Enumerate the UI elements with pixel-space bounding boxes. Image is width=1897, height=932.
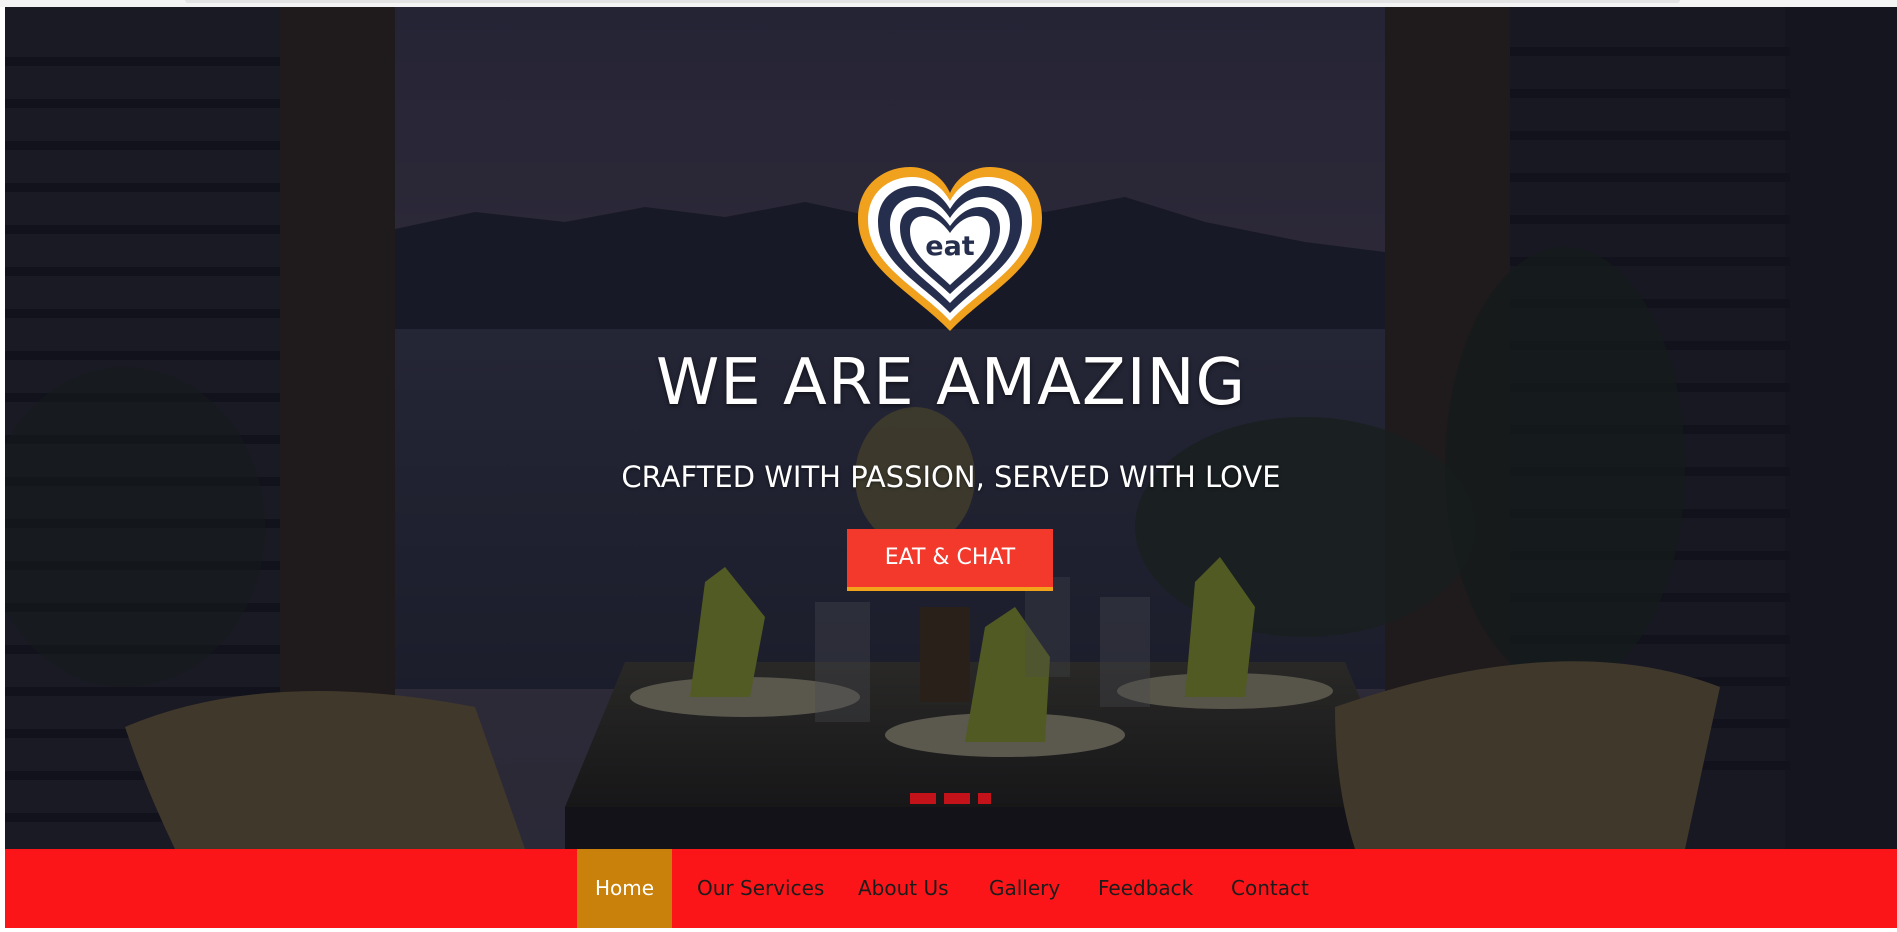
hero-tagline: CRAFTED WITH PASSION, SERVED WITH LOVE — [621, 460, 1281, 494]
nav-contact[interactable]: Contact — [1231, 849, 1309, 928]
nav-home[interactable]: Home — [577, 849, 672, 928]
slide-dot-1[interactable] — [910, 793, 936, 804]
main-navigation: Home Our Services About Us Gallery Feedb… — [5, 849, 1897, 928]
browser-top-strip — [0, 0, 1897, 7]
nav-our-services[interactable]: Our Services — [697, 849, 824, 928]
slide-dot-2[interactable] — [944, 793, 970, 804]
slide-dot-3[interactable] — [978, 793, 991, 804]
nav-feedback[interactable]: Feedback — [1098, 849, 1193, 928]
browser-address-strip — [185, 0, 1680, 3]
hero-banner: eat WE ARE AMAZING CRAFTED WITH PASSION,… — [5, 7, 1897, 849]
hero-headline: WE ARE AMAZING — [655, 346, 1247, 420]
nav-about-us[interactable]: About Us — [858, 849, 949, 928]
slider-dots — [5, 793, 1897, 805]
logo-wordmark: eat — [925, 231, 975, 262]
nav-gallery[interactable]: Gallery — [989, 849, 1060, 928]
heart-logo: eat — [858, 167, 1042, 331]
hero-content: eat WE ARE AMAZING CRAFTED WITH PASSION,… — [5, 7, 1897, 849]
eat-and-chat-button[interactable]: EAT & CHAT — [847, 529, 1053, 591]
